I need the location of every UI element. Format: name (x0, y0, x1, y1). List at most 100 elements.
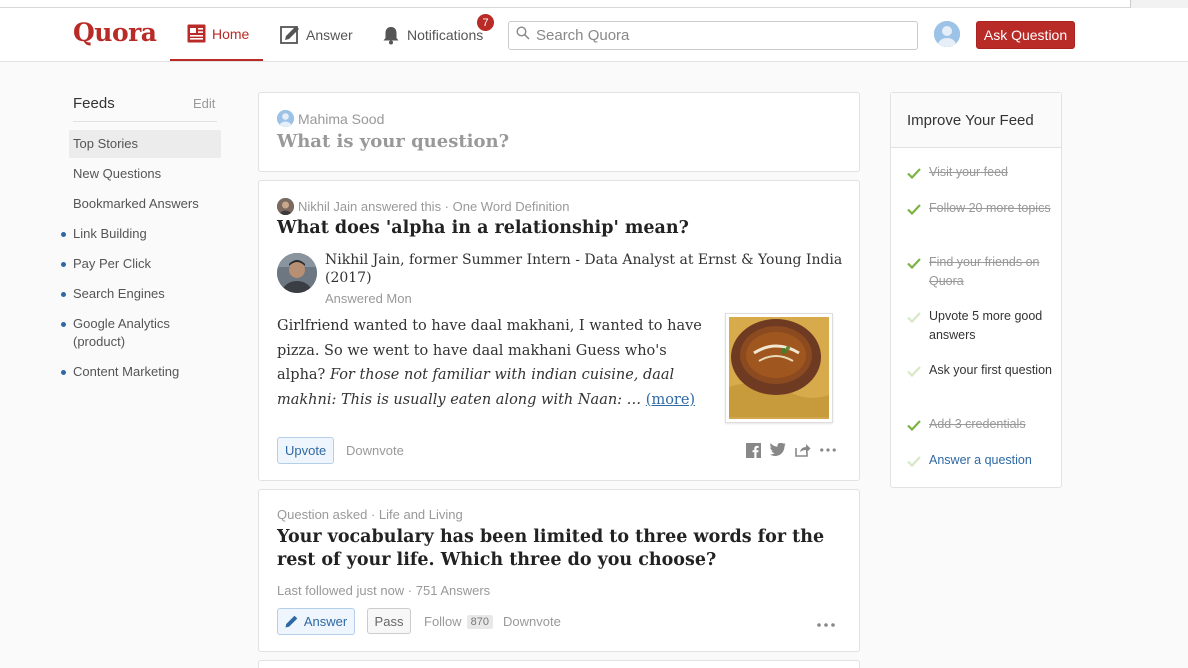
pencil-icon (285, 615, 298, 628)
nav-home-label: Home (212, 25, 250, 42)
ask-box-user: Mahima Sood (277, 110, 384, 127)
improve-feed-task[interactable]: Upvote 5 more good answers (907, 307, 1057, 345)
nav-notifications[interactable]: Notifications 7 (381, 8, 495, 61)
more-options-icon[interactable] (817, 614, 835, 632)
answer-thumbnail-image[interactable] (725, 313, 833, 423)
topic-dot-icon (61, 232, 66, 237)
browser-top-edge (0, 0, 1188, 8)
sidebar-item-new-questions[interactable]: New Questions (69, 160, 221, 188)
answer-button[interactable]: Answer (277, 608, 355, 635)
answer-timestamp: Answered Mon (325, 291, 412, 306)
bell-icon (381, 25, 401, 45)
ask-question-box[interactable]: Mahima Sood What is your question? (258, 92, 860, 172)
sidebar-item-search-engines[interactable]: Search Engines (61, 280, 221, 308)
sidebar-item-pay-per-click[interactable]: Pay Per Click (61, 250, 221, 278)
sidebar-item-bookmarked-answers[interactable]: Bookmarked Answers (69, 190, 221, 218)
checkmark-icon (907, 253, 929, 291)
nav-answer-label: Answer (306, 26, 353, 43)
notifications-count-badge: 7 (476, 13, 495, 32)
share-icon[interactable] (795, 442, 811, 458)
ask-question-prompt[interactable]: What is your question? (277, 131, 509, 152)
search-box[interactable] (508, 21, 918, 50)
checkmark-icon (907, 415, 929, 437)
nav-notifications-label: Notifications (407, 26, 484, 43)
author-avatar[interactable] (277, 253, 317, 293)
answerer-avatar-small[interactable] (277, 198, 294, 215)
improve-feed-task-label: Visit your feed (929, 165, 1008, 179)
improve-feed-task-label: Answer a question (929, 453, 1032, 467)
improve-feed-task-label: Add 3 credentials (929, 417, 1026, 431)
improve-feed-panel: Improve Your Feed Visit your feed Follow … (890, 92, 1062, 488)
nav-home[interactable]: Home (170, 8, 263, 61)
question-stats: Last followed just now · 751 Answers (277, 583, 491, 598)
twitter-icon[interactable] (770, 442, 786, 458)
improve-feed-task[interactable]: Visit your feed (907, 163, 1057, 185)
topic-dot-icon (61, 322, 66, 327)
facebook-icon[interactable] (745, 442, 761, 458)
read-more-link[interactable]: (more) (646, 392, 695, 408)
search-icon (516, 26, 530, 45)
follow-count: 870 (466, 614, 493, 629)
divider (73, 121, 217, 122)
checkmark-icon (907, 163, 929, 185)
checkmark-icon (907, 307, 929, 345)
sidebar-item-top-stories[interactable]: Top Stories (69, 130, 221, 158)
sidebar-item-label: Top Stories (73, 136, 139, 151)
improve-feed-task-label: Find your friends on Quora (929, 255, 1040, 288)
sidebar-item-link-building[interactable]: Link Building (61, 220, 221, 248)
question-title-link[interactable]: Your vocabulary has been limited to thre… (277, 526, 852, 572)
answer-preview-text[interactable]: Girlfriend wanted to have daal makhani, … (277, 314, 719, 412)
sidebar-item-label: New Questions (73, 166, 162, 181)
downvote-button[interactable]: Downvote (346, 443, 404, 458)
share-actions (745, 442, 836, 458)
sidebar-item-label: Pay Per Click (73, 256, 152, 271)
user-avatar-small (277, 110, 294, 127)
checkmark-icon (907, 451, 929, 473)
improve-feed-task[interactable]: Find your friends on Quora (907, 253, 1057, 291)
topic-dot-icon (61, 370, 66, 375)
upvote-button[interactable]: Upvote (277, 437, 335, 464)
answer-story-card: Nikhil Jain answered this · One Word Def… (258, 180, 860, 481)
improve-feed-title: Improve Your Feed (891, 93, 1061, 148)
home-feed-icon (186, 24, 206, 44)
follow-button[interactable]: Follow 870 (424, 614, 493, 629)
question-title-link[interactable]: What does 'alpha in a relationship' mean… (277, 217, 847, 240)
feeds-edit-link[interactable]: Edit (193, 96, 215, 111)
story-meta-text: Nikhil Jain answered this · One Word Def… (298, 199, 570, 214)
story-meta-text: Question asked · Life and Living (277, 507, 463, 522)
sidebar-item-label: Search Engines (73, 286, 165, 301)
user-avatar[interactable] (934, 21, 960, 47)
improve-feed-task-label: Upvote 5 more good answers (929, 309, 1043, 342)
sidebar-item-label: Google Analytics (product) (73, 316, 170, 349)
checkmark-icon (907, 361, 929, 383)
improve-feed-task[interactable]: Ask your first question (907, 361, 1057, 383)
sidebar-item-google-analytics[interactable]: Google Analytics (product) (61, 310, 199, 356)
ask-box-username: Mahima Sood (298, 110, 385, 127)
downvote-button[interactable]: Downvote (503, 614, 561, 629)
search-input[interactable] (536, 27, 906, 44)
nav-answer[interactable]: Answer (280, 8, 353, 61)
improve-feed-task[interactable]: Follow 20 more topics (907, 199, 1057, 221)
improve-feed-task[interactable]: Add 3 credentials (907, 415, 1057, 437)
top-navigation-bar: Quora Home Answer Notifications 7 Ask Qu… (0, 8, 1188, 62)
browser-tab-stub (1130, 0, 1188, 8)
sidebar-item-label: Link Building (73, 226, 147, 241)
author-credential[interactable]: Nikhil Jain, former Summer Intern - Data… (325, 251, 845, 287)
sidebar-item-content-marketing[interactable]: Content Marketing (61, 358, 221, 386)
follow-label: Follow (424, 614, 462, 629)
quora-logo[interactable]: Quora (73, 18, 157, 47)
topic-dot-icon (61, 262, 66, 267)
answer-button-label: Answer (303, 614, 348, 629)
improve-feed-task[interactable]: Answer a question (907, 451, 1057, 473)
pass-button[interactable]: Pass (367, 608, 411, 634)
checkmark-icon (907, 199, 929, 221)
feeds-title: Feeds (73, 95, 115, 112)
more-options-icon[interactable] (820, 442, 836, 458)
improve-feed-task-label: Ask your first question (929, 363, 1052, 377)
question-story-card: Question asked · Life and Living Your vo… (258, 489, 860, 652)
sidebar-item-label: Bookmarked Answers (73, 196, 199, 211)
sidebar-item-label: Content Marketing (73, 364, 180, 379)
ask-question-button[interactable]: Ask Question (976, 21, 1075, 49)
next-story-card (258, 660, 860, 668)
topic-dot-icon (61, 292, 66, 297)
